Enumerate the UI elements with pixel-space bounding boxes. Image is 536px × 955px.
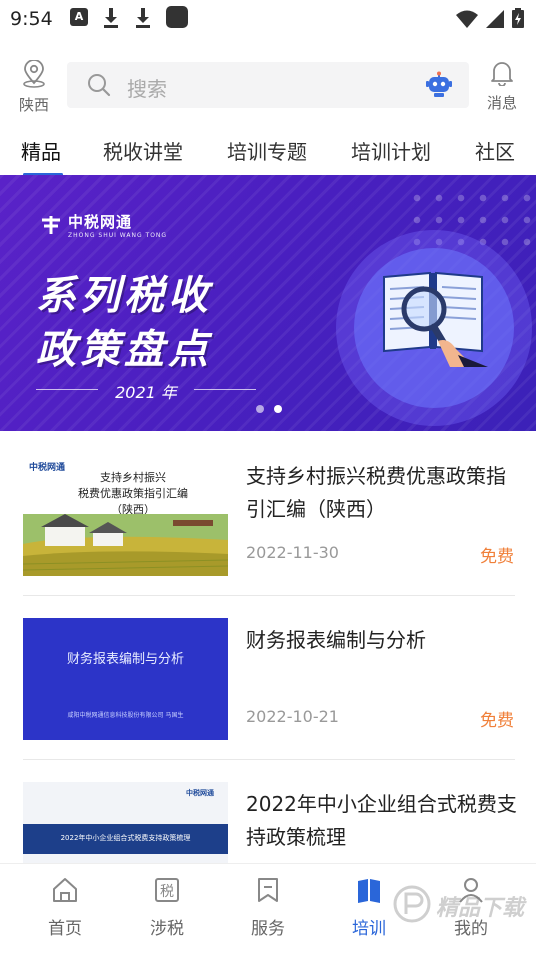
location-selector[interactable]: 陕西 <box>14 59 54 115</box>
service-icon <box>258 878 278 902</box>
nav-tax[interactable]: 税 涉税 <box>132 876 202 939</box>
watermark-logo-icon <box>393 885 431 923</box>
tab-training-topics[interactable]: 培训专题 <box>227 136 307 165</box>
course-thumbnail: 财务报表编制与分析 咸阳中税网通信息科技股份有限公司 马国生 <box>23 618 228 740</box>
signal-icon <box>486 10 504 28</box>
messages-label: 消息 <box>486 94 517 112</box>
course-title: 财务报表编制与分析 <box>246 628 426 652</box>
svg-text:税: 税 <box>160 884 174 900</box>
book-icon <box>358 879 380 903</box>
course-price: 免费 <box>480 547 514 567</box>
notification-a-icon: A <box>70 8 88 26</box>
home-icon <box>53 878 77 902</box>
carousel-indicator <box>256 405 282 413</box>
banner-headline-2: 政策盘点 <box>36 327 212 373</box>
download-icon <box>134 8 152 28</box>
course-date: 2022-10-21 <box>246 707 339 726</box>
list-item[interactable]: 财务报表编制与分析 咸阳中税网通信息科技股份有限公司 马国生 财务报表编制与分析… <box>0 596 536 760</box>
tab-community[interactable]: 社区 <box>475 136 515 165</box>
location-label: 陕西 <box>18 96 49 114</box>
carousel-dot-active[interactable] <box>274 405 282 413</box>
battery-icon <box>512 8 524 28</box>
nav-label: 首页 <box>48 919 82 939</box>
search-bar[interactable]: 搜索 <box>67 62 469 108</box>
messages-button[interactable]: 消息 <box>482 60 522 113</box>
search-icon <box>88 74 111 97</box>
course-thumbnail: 中税网通 支持乡村振兴 税费优惠政策指引汇编 （陕西） <box>23 454 228 576</box>
thumb-logo: 中税网通 <box>186 789 214 797</box>
banner-headline-1: 系列税收 <box>36 273 212 319</box>
category-tabs: 精品 税收讲堂 培训专题 培训计划 社区 <box>0 128 536 176</box>
app-header: 陕西 搜索 消息 <box>0 56 536 116</box>
tax-icon: 税 <box>155 878 179 902</box>
banner-logo: 中税网通 ZHONG SHUI WANG TONG <box>40 211 167 239</box>
robot-assistant-icon[interactable] <box>425 71 453 99</box>
status-bar: 9:54 A <box>0 0 536 40</box>
thumb-subtitle: 咸阳中税网通信息科技股份有限公司 马国生 <box>67 712 184 719</box>
tab-training-plans[interactable]: 培训计划 <box>351 136 431 165</box>
nav-service[interactable]: 服务 <box>233 876 303 939</box>
company-logo-icon <box>42 216 60 234</box>
app-notification-icon <box>166 6 188 28</box>
farm-scene-image <box>23 514 228 576</box>
watermark: 精品下载 <box>392 870 532 940</box>
carousel-dot[interactable] <box>256 405 264 413</box>
course-price: 免费 <box>480 711 514 731</box>
list-item[interactable]: 中税网通 支持乡村振兴 税费优惠政策指引汇编 （陕西） 支持乡村振兴税费优惠政策… <box>0 432 536 596</box>
banner-year: 2021 年 <box>36 379 256 403</box>
download-icon <box>102 8 120 28</box>
book-magnifier-illustration <box>383 271 488 367</box>
nav-label: 涉税 <box>150 919 184 939</box>
thumb-title: 支持乡村振兴 税费优惠政策指引汇编 （陕西） <box>78 471 188 516</box>
nav-home[interactable]: 首页 <box>30 876 100 939</box>
thumb-title: 财务报表编制与分析 <box>66 652 184 667</box>
nav-label: 服务 <box>251 919 285 939</box>
thumb-title: 2022年中小企业组合式税费支持政策梳理 <box>60 834 191 842</box>
bell-icon <box>491 62 513 87</box>
location-pin-icon <box>23 59 45 88</box>
search-placeholder: 搜索 <box>127 77 167 101</box>
course-title: 2022年中小企业组合式税费支持政策梳理 <box>246 792 517 849</box>
course-date: 2022-11-30 <box>246 543 339 562</box>
wifi-icon <box>456 10 478 28</box>
tab-featured[interactable]: 精品 <box>21 136 61 165</box>
course-title: 支持乡村振兴税费优惠政策指引汇编（陕西） <box>246 464 506 521</box>
promo-banner[interactable]: 中税网通 ZHONG SHUI WANG TONG 系列税收 政策盘点 2021… <box>0 175 536 431</box>
tab-tax-lectures[interactable]: 税收讲堂 <box>103 136 183 165</box>
status-time: 9:54 <box>10 8 53 30</box>
